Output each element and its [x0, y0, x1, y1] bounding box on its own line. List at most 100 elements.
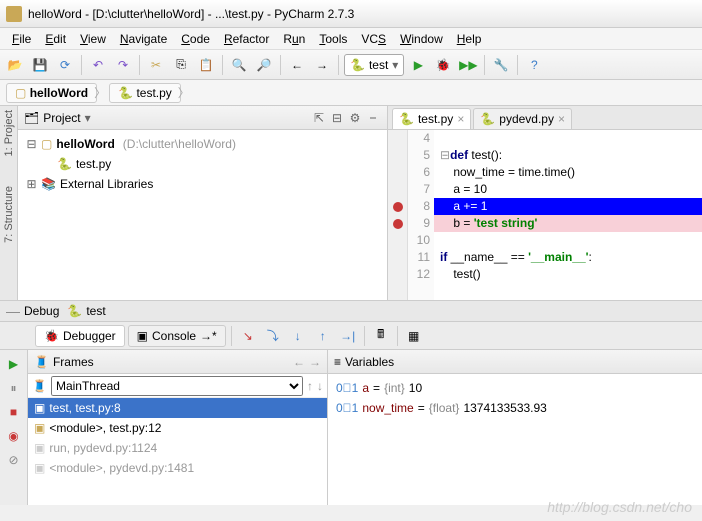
- frame-list[interactable]: ▣ test, test.py:8 ▣ <module>, test.py:12…: [28, 398, 327, 505]
- sidebar-tab-project[interactable]: 1: Project: [3, 110, 15, 156]
- resume-button[interactable]: ▶: [4, 354, 24, 374]
- minimize-icon[interactable]: —: [6, 303, 20, 319]
- gear-icon[interactable]: ⚙: [347, 110, 363, 126]
- breakpoint-icon[interactable]: [393, 202, 403, 212]
- next-frame-icon[interactable]: →: [309, 355, 321, 369]
- menu-code[interactable]: Code: [175, 30, 216, 48]
- down-icon[interactable]: ↓: [317, 379, 323, 393]
- editor-tab-test[interactable]: 🐍 test.py ×: [392, 108, 471, 129]
- tab-console-label: Console: [152, 329, 196, 343]
- save-button[interactable]: 💾: [29, 54, 51, 76]
- stop-button[interactable]: ■: [4, 402, 24, 422]
- redo-button[interactable]: ↷: [112, 54, 134, 76]
- menu-refactor[interactable]: Refactor: [218, 30, 275, 48]
- collapse-all-icon[interactable]: ⊟: [329, 110, 345, 126]
- separator: [517, 55, 518, 75]
- breadcrumb-file[interactable]: 🐍 test.py: [109, 83, 181, 103]
- frame-icon: ▣: [34, 421, 45, 435]
- tree-external-libs-label: External Libraries: [60, 177, 153, 191]
- chevron-down-icon[interactable]: ▾: [85, 111, 91, 125]
- project-tree[interactable]: ⊟ ▢ helloWord (D:\clutter\helloWord) 🐍 t…: [18, 130, 387, 198]
- forward-button[interactable]: →: [311, 54, 333, 76]
- tab-console[interactable]: ▣ Console →*: [128, 325, 226, 347]
- tab-debugger[interactable]: 🐞 Debugger: [35, 325, 125, 347]
- menu-edit[interactable]: Edit: [39, 30, 72, 48]
- view-breakpoints-button[interactable]: ◉: [4, 426, 24, 446]
- sync-button[interactable]: ⟳: [54, 54, 76, 76]
- step-over-button[interactable]: ⤵: [262, 325, 284, 347]
- breadcrumb-project[interactable]: ▢ helloWord: [6, 83, 97, 103]
- run-config-label: test: [369, 58, 388, 72]
- scroll-from-source-icon[interactable]: ⇱: [311, 110, 327, 126]
- variable-row[interactable]: 0⃣1 a = {int} 10: [336, 378, 694, 398]
- cut-button[interactable]: ✂: [145, 54, 167, 76]
- menu-navigate[interactable]: Navigate: [114, 30, 173, 48]
- menu-vcs[interactable]: VCS: [355, 30, 392, 48]
- replace-button[interactable]: 🔎: [253, 54, 275, 76]
- frame-row[interactable]: ▣ <module>, pydevd.py:1481: [28, 458, 327, 478]
- run-config-select[interactable]: 🐍 test ▾: [344, 54, 404, 76]
- frames-title: Frames: [53, 355, 94, 369]
- folder-icon: ▢: [15, 86, 26, 100]
- up-icon[interactable]: ↑: [307, 379, 313, 393]
- menu-help[interactable]: Help: [451, 30, 488, 48]
- layout-button[interactable]: ▦: [403, 325, 425, 347]
- back-button[interactable]: ←: [286, 54, 308, 76]
- frame-row[interactable]: ▣ <module>, test.py:12: [28, 418, 327, 438]
- run-to-cursor-button[interactable]: →|: [337, 325, 359, 347]
- equals: =: [418, 401, 425, 415]
- undo-button[interactable]: ↶: [87, 54, 109, 76]
- tree-root[interactable]: ⊟ ▢ helloWord (D:\clutter\helloWord): [26, 134, 379, 154]
- collapse-icon[interactable]: ⊟: [26, 137, 37, 151]
- menu-run[interactable]: Run: [277, 30, 311, 48]
- close-icon[interactable]: ×: [558, 112, 565, 126]
- code-text[interactable]: ⊟def test(): now_time = time.time() a = …: [434, 130, 702, 300]
- thread-select[interactable]: MainThread: [51, 376, 303, 396]
- step-into-button[interactable]: ↓: [287, 325, 309, 347]
- open-button[interactable]: 📂: [4, 54, 26, 76]
- prev-frame-icon[interactable]: ←: [293, 355, 305, 369]
- breakpoint-gutter[interactable]: [388, 130, 408, 300]
- main-area: 1: Project 7: Structure 🗂 Project ▾ ⇱ ⊟ …: [0, 106, 702, 300]
- mute-breakpoints-button[interactable]: ⊘: [4, 450, 24, 470]
- debug-body: ▶ ⏸ ■ ◉ ⊘ 🧵 Frames ← → 🧵 MainThread ↑ ↓ …: [0, 350, 702, 505]
- paste-button[interactable]: 📋: [195, 54, 217, 76]
- editor-tab-pydevd[interactable]: 🐍 pydevd.py ×: [473, 108, 572, 129]
- sidebar-tab-structure[interactable]: 7: Structure: [3, 186, 15, 243]
- frame-row[interactable]: ▣ run, pydevd.py:1124: [28, 438, 327, 458]
- menu-view[interactable]: View: [74, 30, 112, 48]
- copy-button[interactable]: ⎘: [170, 54, 192, 76]
- editor-tab-label: test.py: [418, 112, 453, 126]
- find-button[interactable]: 🔍: [228, 54, 250, 76]
- close-icon[interactable]: ×: [457, 112, 464, 126]
- code-editor[interactable]: 4567 89101112 ⊟def test(): now_time = ti…: [388, 130, 702, 300]
- pause-button[interactable]: ⏸: [4, 378, 24, 398]
- settings-button[interactable]: 🔧: [490, 54, 512, 76]
- menu-file[interactable]: File: [6, 30, 37, 48]
- separator: [139, 55, 140, 75]
- python-file-icon: 🐍: [480, 112, 495, 126]
- step-out-button[interactable]: ↑: [312, 325, 334, 347]
- debug-button[interactable]: 🐞: [432, 54, 454, 76]
- breakpoint-icon[interactable]: [393, 219, 403, 229]
- menu-tools[interactable]: Tools: [313, 30, 353, 48]
- frame-row[interactable]: ▣ test, test.py:8: [28, 398, 327, 418]
- chevron-down-icon: ▾: [392, 58, 398, 72]
- run-more-button[interactable]: ▶▶: [457, 54, 479, 76]
- expand-icon[interactable]: ⊞: [26, 177, 37, 191]
- editor-tab-label: pydevd.py: [499, 112, 554, 126]
- variable-row[interactable]: 0⃣1 now_time = {float} 1374133533.93: [336, 398, 694, 418]
- tree-external-libs[interactable]: ⊞ 📚 External Libraries: [26, 174, 379, 194]
- hide-icon[interactable]: ⎯: [365, 110, 381, 126]
- variables-list[interactable]: 0⃣1 a = {int} 10 0⃣1 now_time = {float} …: [328, 374, 702, 422]
- variables-panel: ≡ Variables 0⃣1 a = {int} 10 0⃣1 now_tim…: [328, 350, 702, 505]
- line-number-gutter: 4567 89101112: [408, 130, 434, 300]
- evaluate-button[interactable]: 🖩: [370, 325, 392, 347]
- show-execution-point-button[interactable]: ↘: [237, 325, 259, 347]
- menubar: File Edit View Navigate Code Refactor Ru…: [0, 28, 702, 50]
- help-button[interactable]: ?: [523, 54, 545, 76]
- menu-window[interactable]: Window: [394, 30, 449, 48]
- library-icon: 📚: [41, 177, 56, 191]
- tree-file[interactable]: 🐍 test.py: [26, 154, 379, 174]
- run-button[interactable]: ▶: [407, 54, 429, 76]
